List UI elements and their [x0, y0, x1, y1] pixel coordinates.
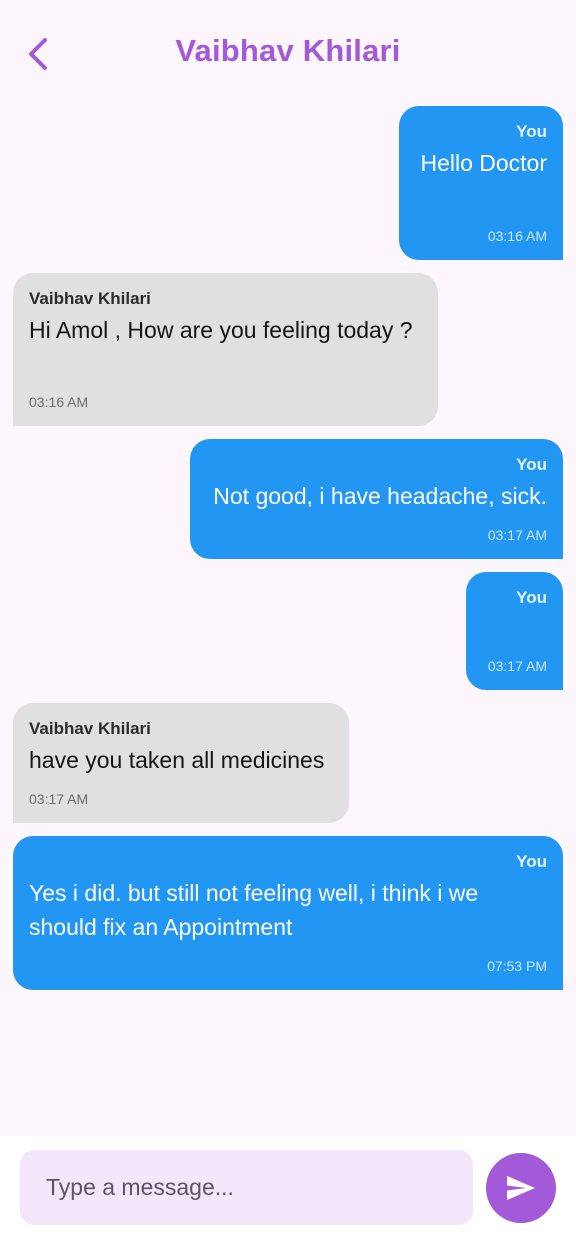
message-time: 03:17 AM	[487, 527, 547, 543]
message-bubble: Vaibhav Khilari Hi Amol , How are you fe…	[13, 273, 438, 426]
message-list[interactable]: You Hello Doctor 03:16 AM Vaibhav Khilar…	[0, 0, 576, 1130]
message-text: Yes i did. but still not feeling well, i…	[29, 880, 479, 940]
message-text: Hi Amol , How are you feeling today ?	[29, 317, 413, 343]
message-sender: You	[516, 455, 547, 474]
message-time: 03:16 AM	[487, 228, 547, 244]
message-bubble: You Not good, i have headache, sick. 03:…	[190, 439, 563, 559]
message-sender: Vaibhav Khilari	[29, 719, 151, 738]
message-time: 03:17 AM	[29, 791, 89, 807]
message-composer	[0, 1136, 576, 1239]
send-button[interactable]	[486, 1153, 556, 1223]
message-text: Not good, i have headache, sick.	[213, 483, 547, 509]
message-sender: You	[516, 588, 547, 607]
message-input[interactable]	[20, 1150, 473, 1225]
send-icon	[507, 1176, 535, 1200]
message-time: 07:53 PM	[487, 958, 547, 974]
message-time: 03:17 AM	[487, 658, 547, 674]
message-sender: Vaibhav Khilari	[29, 289, 151, 308]
message-bubble: Vaibhav Khilari have you taken all medic…	[13, 703, 349, 823]
message-bubble: You 03:17 AM	[466, 572, 563, 690]
message-sender: You	[516, 852, 547, 871]
message-text: have you taken all medicines	[29, 747, 325, 773]
message-bubble: You Yes i did. but still not feeling wel…	[13, 836, 563, 990]
message-time: 03:16 AM	[29, 394, 89, 410]
message-bubble: You Hello Doctor 03:16 AM	[399, 106, 563, 260]
message-sender: You	[516, 122, 547, 141]
message-text: Hello Doctor	[420, 150, 547, 176]
